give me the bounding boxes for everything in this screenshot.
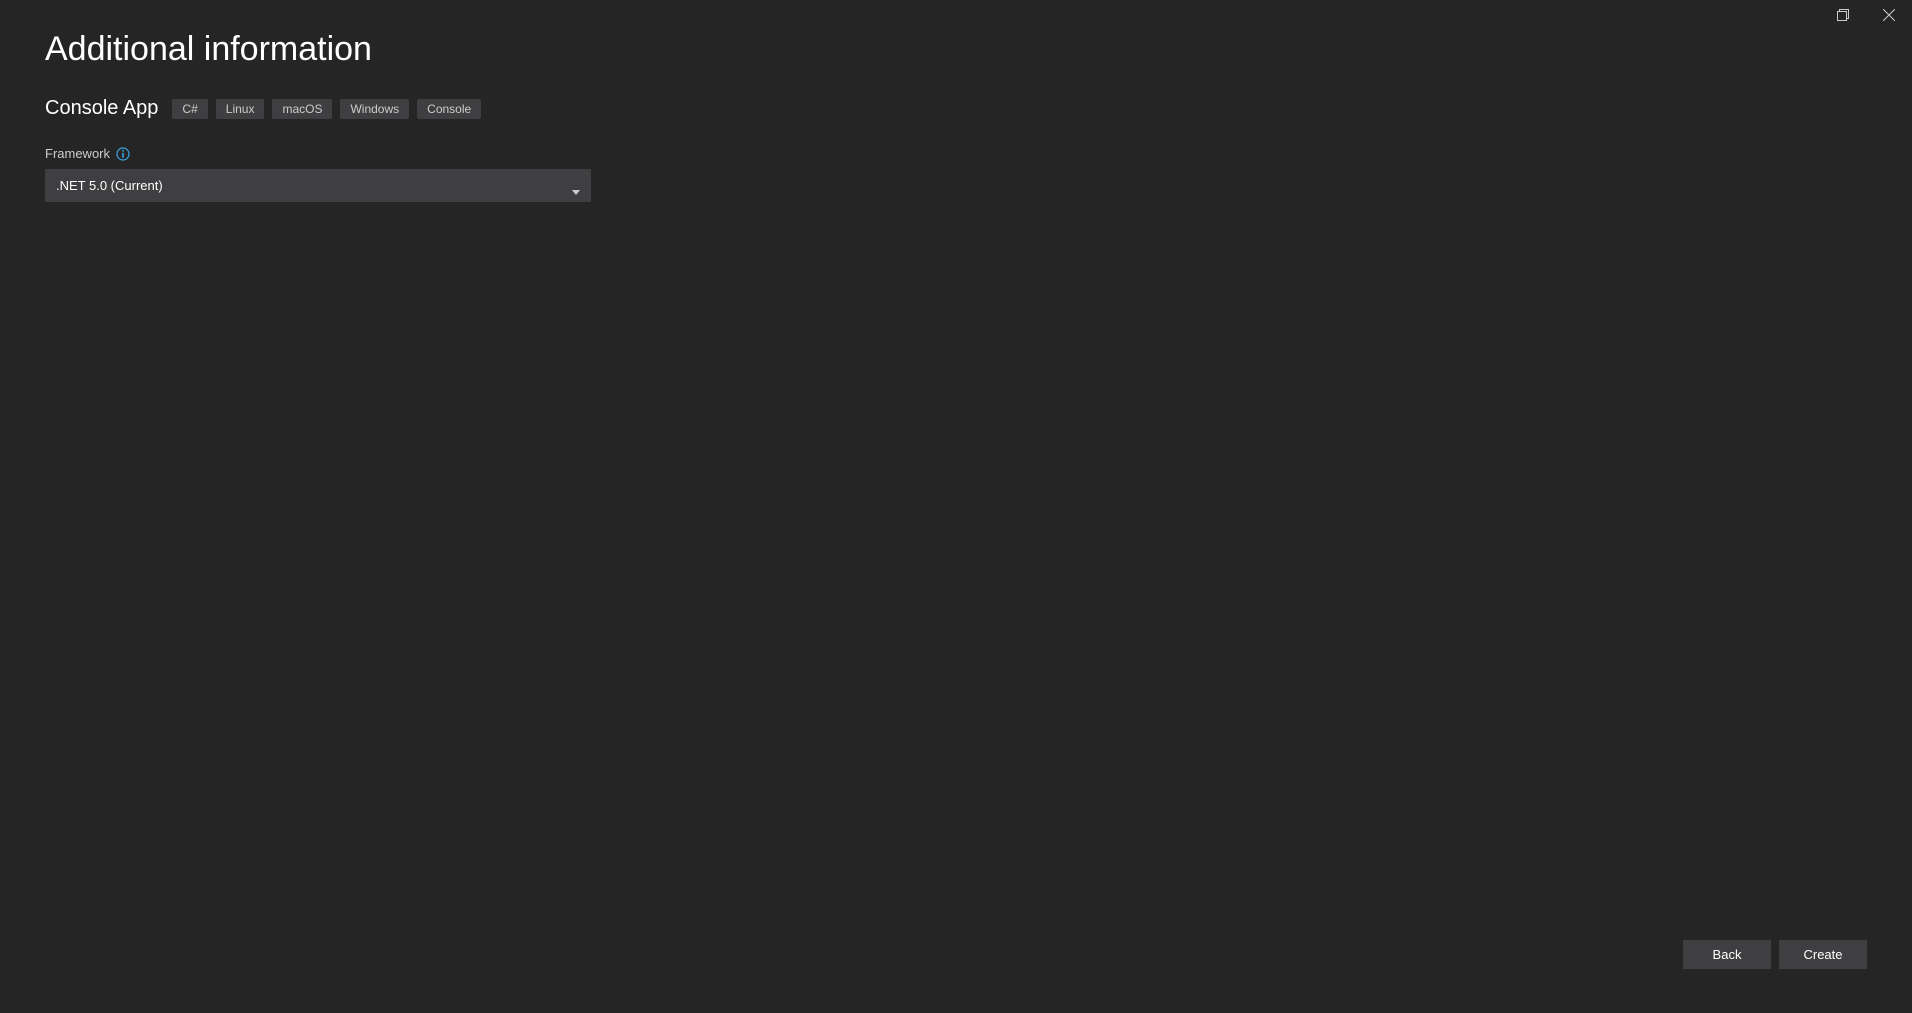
back-button[interactable]: Back xyxy=(1683,940,1771,969)
project-type-name: Console App xyxy=(45,97,158,120)
framework-selected-value: .NET 5.0 (Current) xyxy=(56,178,572,193)
window-titlebar xyxy=(1820,0,1912,30)
page-title: Additional information xyxy=(45,30,1867,69)
tag-linux: Linux xyxy=(216,99,265,119)
tag-windows: Windows xyxy=(340,99,409,119)
main-content: Additional information Console App C# Li… xyxy=(0,0,1912,232)
project-tags: C# Linux macOS Windows Console xyxy=(172,99,481,119)
project-header-row: Console App C# Linux macOS Windows Conso… xyxy=(45,97,1867,120)
maximize-restore-button[interactable] xyxy=(1820,0,1866,30)
close-button[interactable] xyxy=(1866,0,1912,30)
framework-label-row: Framework xyxy=(45,146,1867,161)
chevron-down-icon xyxy=(572,182,580,190)
tag-macos: macOS xyxy=(272,99,332,119)
footer-buttons: Back Create xyxy=(1683,940,1867,969)
info-icon[interactable] xyxy=(116,147,130,161)
tag-csharp: C# xyxy=(172,99,207,119)
close-icon xyxy=(1883,9,1895,21)
framework-dropdown[interactable]: .NET 5.0 (Current) xyxy=(45,169,591,202)
create-button[interactable]: Create xyxy=(1779,940,1867,969)
tag-console: Console xyxy=(417,99,481,119)
framework-label: Framework xyxy=(45,146,110,161)
restore-icon xyxy=(1837,9,1849,21)
